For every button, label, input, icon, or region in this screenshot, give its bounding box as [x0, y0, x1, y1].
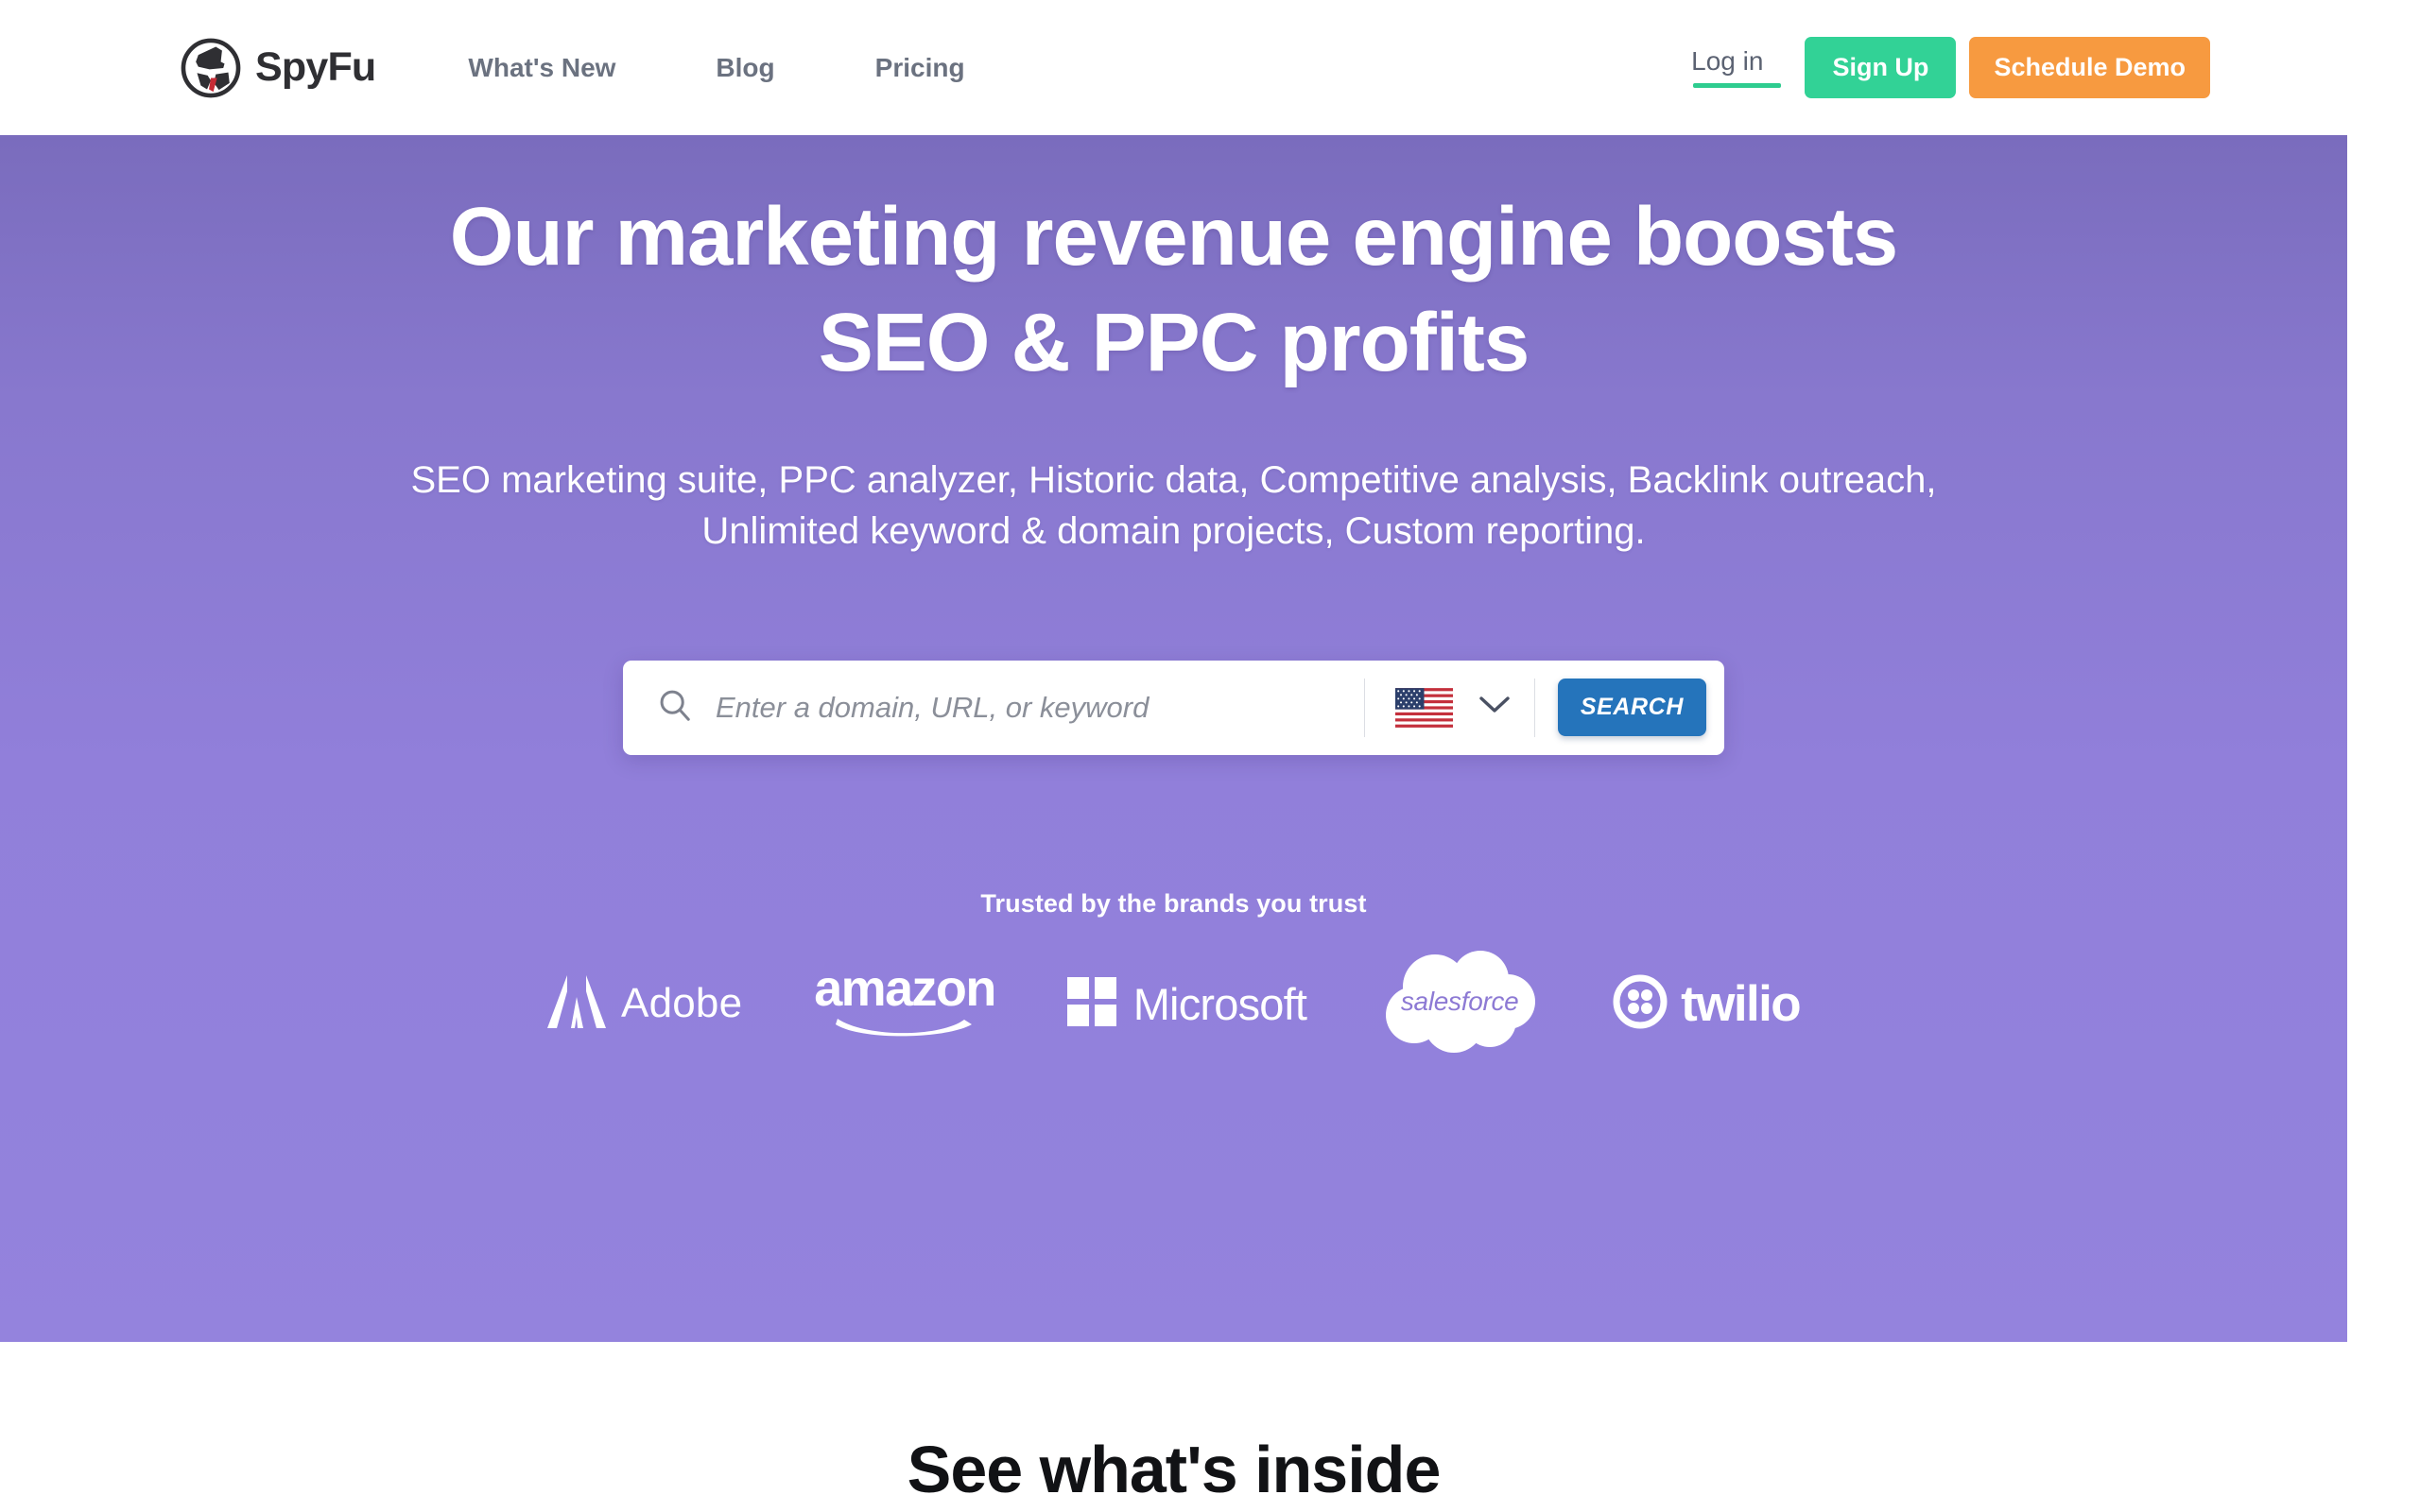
brand-label-twilio: twilio — [1681, 975, 1801, 1032]
page-title: Our marketing revenue engine boosts SEO … — [449, 191, 1898, 389]
brand-label-adobe: Adobe — [621, 980, 743, 1027]
login-link[interactable]: Log in — [1691, 45, 1782, 88]
country-selector[interactable] — [1365, 687, 1534, 728]
twilio-logo-icon — [1613, 974, 1668, 1034]
scrollbar-gutter[interactable] — [2347, 135, 2420, 1512]
nav-item-blog[interactable]: Blog — [666, 54, 824, 81]
see-inside-card: See what's inside — [43, 1342, 2305, 1512]
brand-logos-row: Adobe amazon Microsoft salesforce twilio — [0, 949, 2347, 1059]
adobe-logo-icon — [547, 974, 607, 1033]
brand-logo-amazon: amazon — [778, 959, 1030, 1042]
brand-logo-salesforce: salesforce — [1342, 949, 1577, 1059]
search-divider-right — [1533, 678, 1535, 737]
microsoft-logo-icon — [1066, 976, 1116, 1031]
nav-item-whats-new[interactable]: What's New — [468, 54, 666, 81]
hero-section: Our marketing revenue engine boosts SEO … — [0, 135, 2347, 1342]
search-icon — [657, 687, 693, 728]
brand-logo-adobe: Adobe — [511, 974, 778, 1033]
search-input[interactable] — [716, 690, 1364, 725]
search-bar: SEARCH — [623, 660, 1724, 755]
see-inside-title: See what's inside — [907, 1433, 1442, 1506]
brand-logo-twilio: twilio — [1577, 974, 1836, 1034]
search-button[interactable]: SEARCH — [1557, 679, 1706, 737]
us-flag-icon — [1394, 687, 1453, 728]
salesforce-cloud-icon: salesforce — [1378, 949, 1541, 1059]
sign-up-button[interactable]: Sign Up — [1805, 37, 1957, 98]
amazon-smile-icon — [834, 1015, 976, 1042]
page-root: SpyFu What's New Blog Pricing Log in Sig… — [0, 0, 2420, 1512]
site-header: SpyFu What's New Blog Pricing Log in Sig… — [0, 0, 2373, 135]
brand-logo-microsoft: Microsoft — [1031, 976, 1342, 1031]
brand-name: SpyFu — [255, 44, 376, 90]
brand-label-amazon: amazon — [814, 959, 996, 1017]
login-label: Log in — [1691, 45, 1764, 76]
nav-item-pricing[interactable]: Pricing — [825, 54, 1015, 81]
header-actions: Log in Sign Up Schedule Demo — [1691, 37, 2210, 98]
login-active-underline — [1693, 82, 1782, 88]
trusted-by-label: Trusted by the brands you trust — [980, 888, 1367, 918]
brand-logo[interactable]: SpyFu — [180, 37, 376, 99]
header-right-gutter — [2373, 0, 2420, 135]
brand-label-microsoft: Microsoft — [1132, 978, 1307, 1029]
main-nav: What's New Blog Pricing — [468, 54, 1015, 81]
chevron-down-icon — [1478, 695, 1511, 720]
spy-detective-icon — [180, 37, 242, 99]
brand-label-salesforce: salesforce — [1400, 986, 1519, 1016]
schedule-demo-button[interactable]: Schedule Demo — [1969, 37, 2210, 98]
hero-subtitle: SEO marketing suite, PPC analyzer, Histo… — [410, 459, 1937, 552]
